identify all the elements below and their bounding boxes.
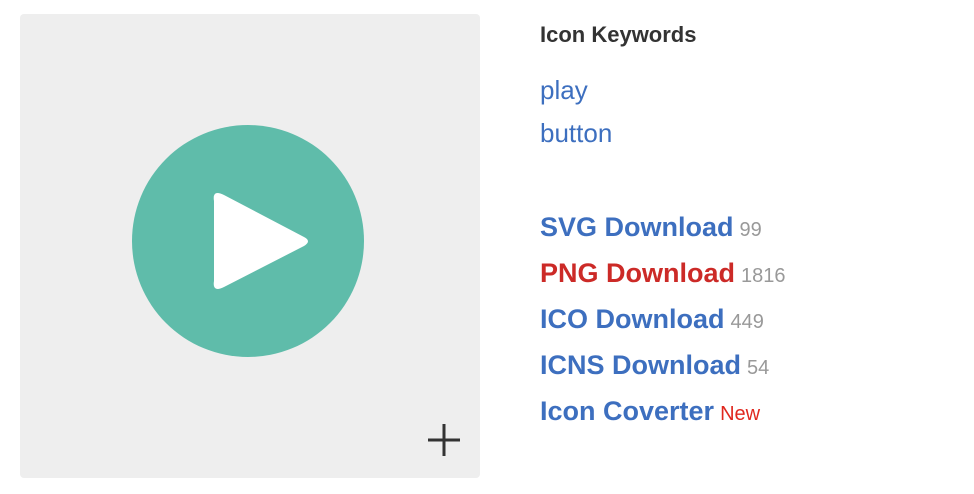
keyword-link-play[interactable]: play (540, 75, 588, 106)
svg-download-link[interactable]: SVG Download (540, 212, 734, 242)
png-download-link[interactable]: PNG Download (540, 258, 735, 288)
png-download-row: PNG Download 1816 (540, 258, 786, 289)
play-button-icon (132, 125, 364, 357)
icns-download-row: ICNS Download 54 (540, 350, 769, 381)
png-download-count: 1816 (741, 265, 786, 287)
ico-download-count: 449 (730, 311, 764, 333)
keyword-link-button[interactable]: button (540, 118, 612, 149)
keywords-heading: Icon Keywords (540, 22, 697, 47)
icns-download-link[interactable]: ICNS Download (540, 350, 741, 380)
plus-icon[interactable] (424, 420, 464, 460)
ico-download-link[interactable]: ICO Download (540, 304, 725, 334)
icon-preview-panel (20, 14, 480, 478)
ico-download-row: ICO Download 449 (540, 304, 764, 335)
svg-download-count: 99 (739, 219, 762, 241)
svg-download-row: SVG Download 99 (540, 212, 762, 243)
icon-detail-page: Icon Keywords play button SVG Download 99… (0, 0, 974, 494)
icon-converter-row: Icon Coverter New (540, 396, 760, 427)
new-badge: New (720, 403, 761, 425)
icns-download-count: 54 (747, 357, 770, 379)
icon-converter-link[interactable]: Icon Coverter (540, 396, 714, 426)
